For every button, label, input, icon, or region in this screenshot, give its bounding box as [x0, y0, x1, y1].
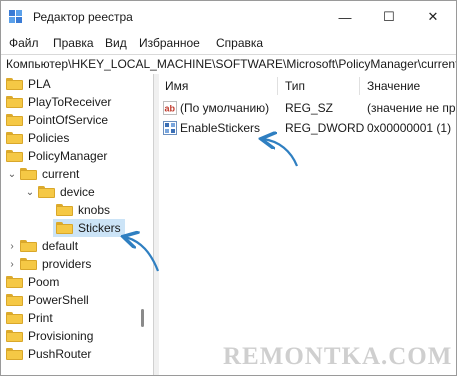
arrow-to-stickers: [125, 237, 160, 272]
watermark: REMONTKA.COM: [223, 343, 453, 370]
annotation-arrows: [1, 1, 299, 272]
registry-editor-window: Редактор реестра — ☐ ✕ Файл Правка Вид И…: [0, 0, 457, 376]
arrow-to-enablestickers: [263, 139, 299, 167]
